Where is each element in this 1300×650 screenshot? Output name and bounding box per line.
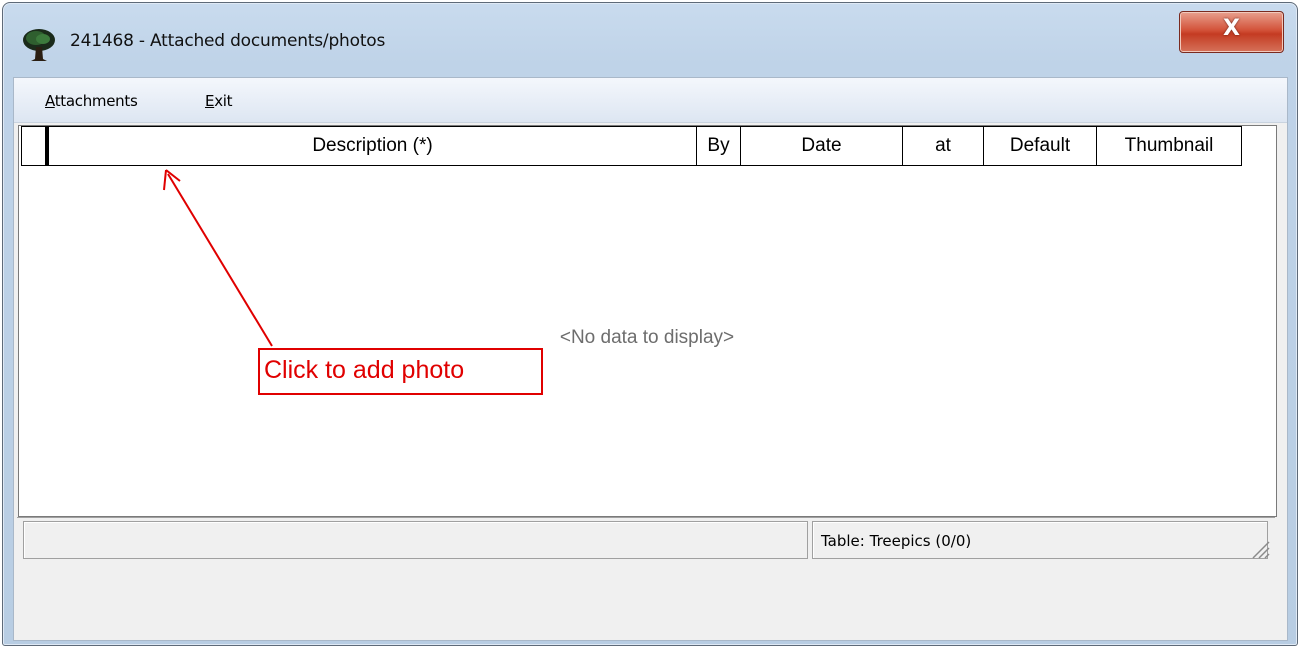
window-title: 241468 - Attached documents/photos	[70, 31, 386, 51]
annotation-callout: Click to add photo	[258, 348, 543, 395]
menu-accel-a: A	[45, 92, 55, 110]
col-at[interactable]: at	[903, 126, 984, 166]
status-bar: Table: Treepics (0/0)	[17, 517, 1275, 564]
col-description[interactable]: Description (*)	[49, 126, 697, 166]
col-default[interactable]: Default	[984, 126, 1097, 166]
menu-attachments-label: ttachments	[54, 92, 138, 110]
close-icon: X	[1223, 16, 1240, 41]
col-thumbnail[interactable]: Thumbnail	[1097, 126, 1242, 166]
tree-app-icon	[23, 29, 55, 61]
resize-grip-icon[interactable]	[1249, 538, 1271, 560]
menu-bar: Attachments Exit	[14, 78, 1287, 123]
title-bar[interactable]: 241468 - Attached documents/photos X	[3, 3, 1297, 77]
col-by[interactable]: By	[697, 126, 741, 166]
menu-attachments[interactable]: Attachments	[45, 92, 138, 110]
status-table-info: Table: Treepics (0/0)	[812, 521, 1268, 559]
row-indicator-header	[21, 126, 50, 166]
close-button[interactable]: X	[1179, 11, 1284, 53]
status-panel-main	[23, 521, 808, 559]
app-window: 241468 - Attached documents/photos X Att…	[2, 2, 1298, 646]
grid-header: Description (*) By Date at Default Thumb…	[19, 126, 1275, 166]
col-date[interactable]: Date	[741, 126, 903, 166]
menu-accel-e: E	[205, 92, 215, 110]
empty-grid-message: <No data to display>	[559, 327, 735, 348]
menu-exit-label: xit	[214, 92, 233, 110]
menu-exit[interactable]: Exit	[205, 92, 233, 110]
attachments-grid[interactable]: Description (*) By Date at Default Thumb…	[18, 125, 1277, 517]
